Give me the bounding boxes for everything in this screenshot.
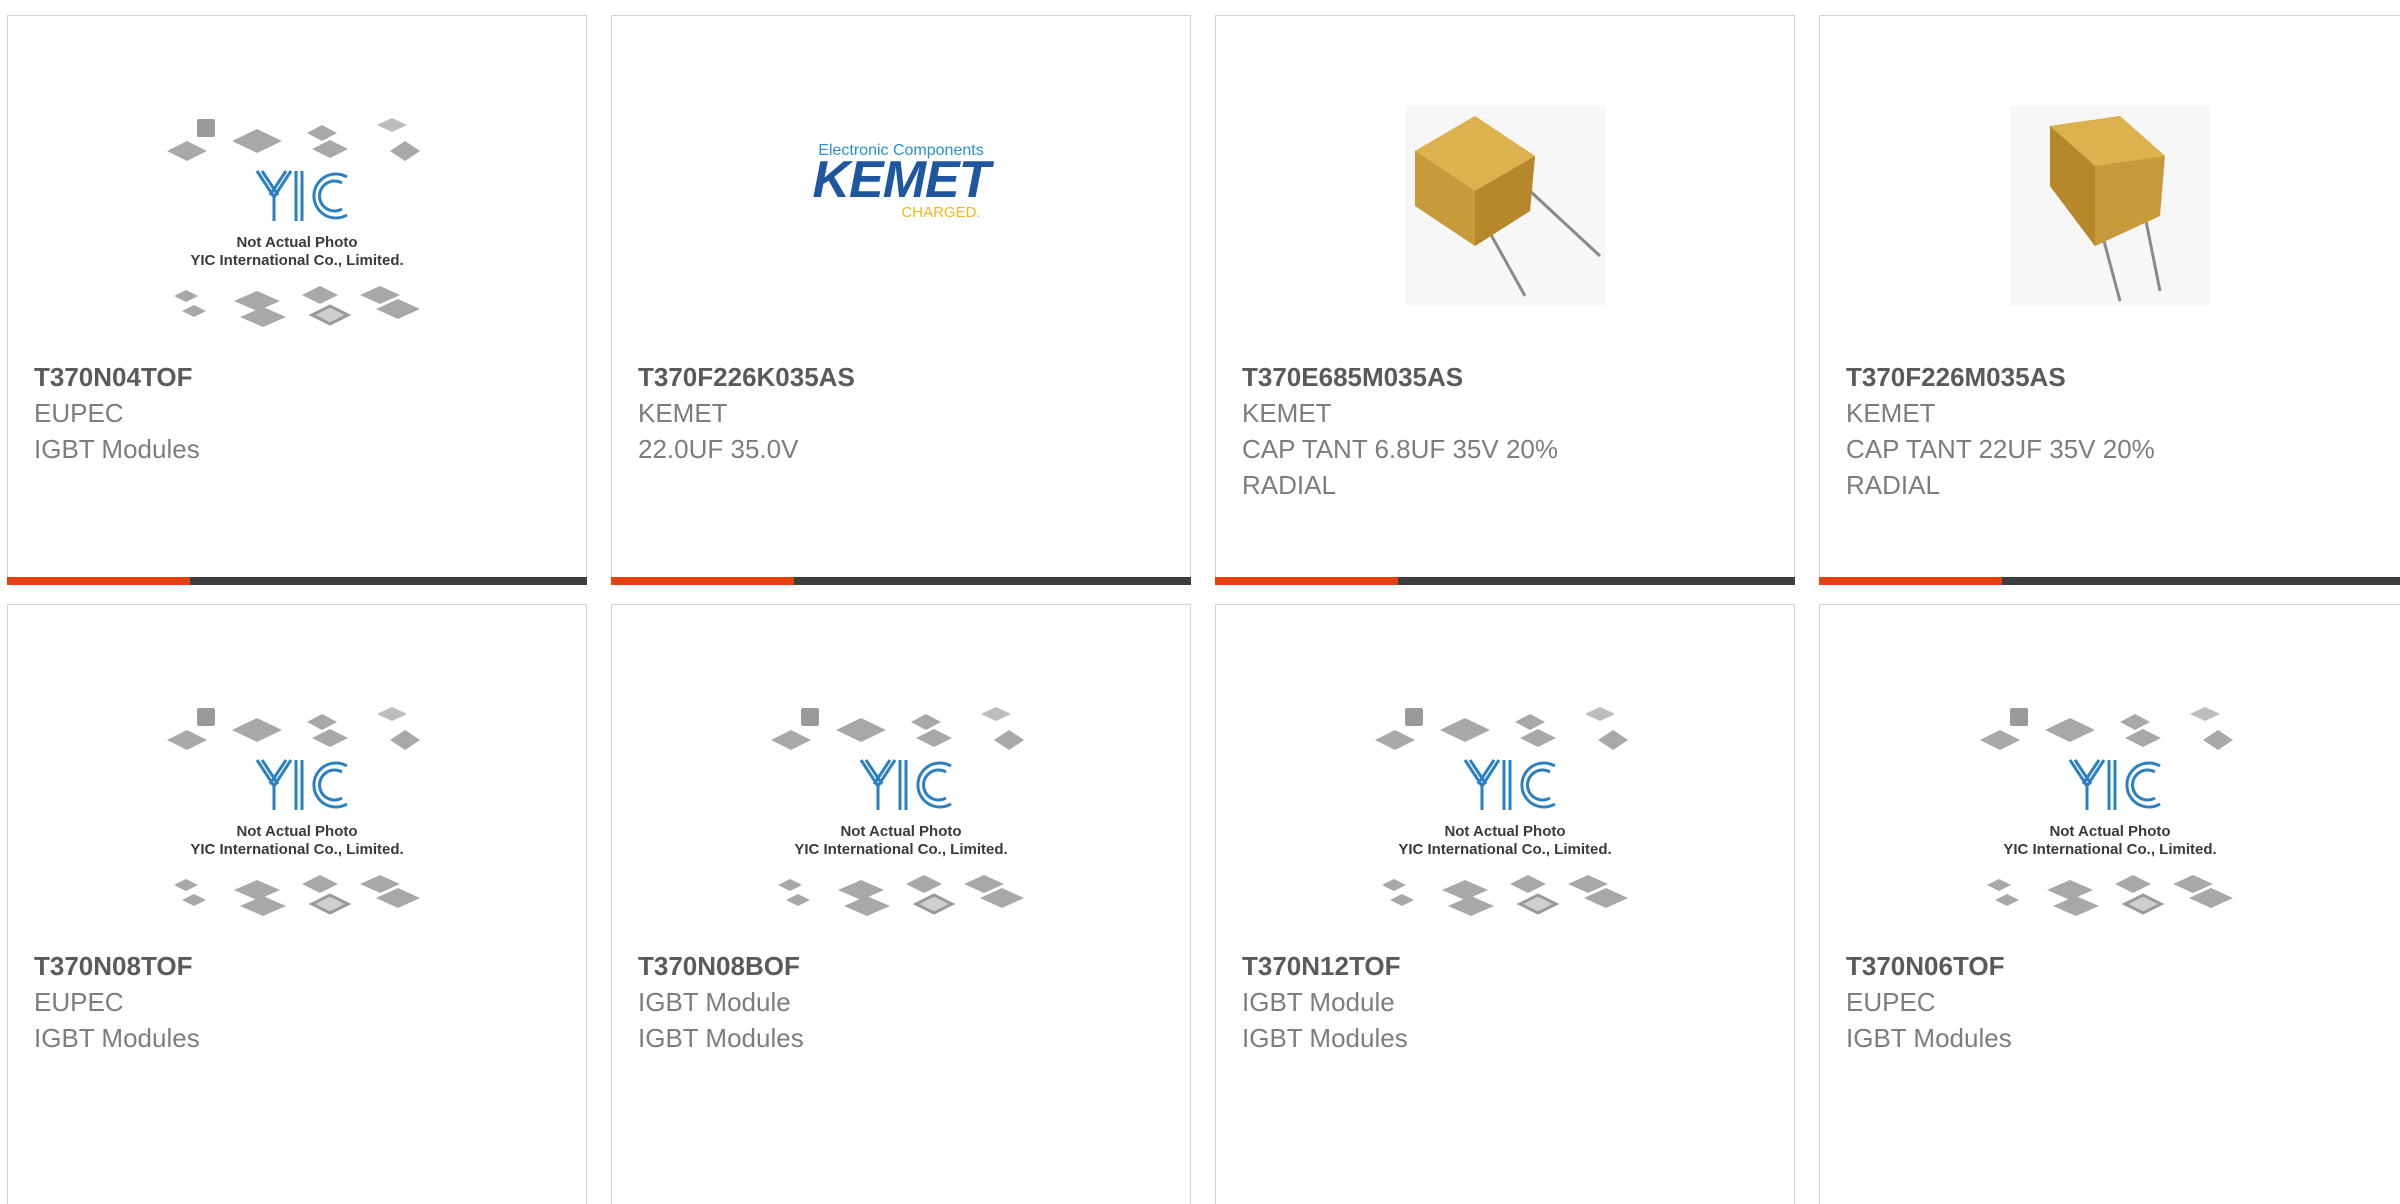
description: IGBT Modules (638, 1023, 804, 1053)
card-accent-bar (1819, 577, 2400, 585)
product-image[interactable]: Not Actual Photo YIC International Co., … (8, 685, 586, 955)
kemet-logo: Electronic Components KEMET CHARGED. (813, 142, 996, 221)
product-card[interactable]: Not Actual Photo YIC International Co., … (611, 604, 1191, 1204)
card-accent-bar (7, 577, 587, 585)
card-accent-bar (611, 577, 1191, 585)
tantalum-capacitor-photo (1405, 106, 1605, 306)
product-card[interactable]: Electronic Components KEMET CHARGED. T37… (611, 15, 1191, 585)
part-number[interactable]: T370N12TOF (1242, 948, 1774, 984)
yic-placeholder-image: Not Actual Photo YIC International Co., … (167, 707, 420, 916)
description: IGBT Modules (1242, 1023, 1408, 1053)
manufacturer: KEMET (1242, 398, 1332, 428)
part-number[interactable]: T370F226K035AS (638, 359, 1170, 395)
description: CAP TANT 22UF 35V 20% (1846, 434, 2155, 464)
manufacturer: EUPEC (1846, 987, 1936, 1017)
description: 22.0UF 35.0V (638, 434, 799, 464)
product-image[interactable]: Electronic Components KEMET CHARGED. (612, 96, 1190, 366)
product-image[interactable]: Not Actual Photo YIC International Co., … (8, 96, 586, 366)
placeholder-text-1: Not Actual Photo (2049, 823, 2170, 840)
placeholder-text-2: YIC International Co., Limited. (190, 252, 403, 269)
placeholder-text-2: YIC International Co., Limited. (190, 841, 403, 858)
description: IGBT Modules (34, 434, 200, 464)
placeholder-text-2: YIC International Co., Limited. (794, 841, 1007, 858)
manufacturer: KEMET (1846, 398, 1936, 428)
placeholder-text-2: YIC International Co., Limited. (2003, 841, 2216, 858)
manufacturer: EUPEC (34, 987, 124, 1017)
yic-placeholder-image: Not Actual Photo YIC International Co., … (1375, 707, 1628, 916)
product-image[interactable] (1216, 96, 1794, 366)
product-info: T370N04TOF EUPEC IGBT Modules (34, 359, 566, 467)
product-card[interactable]: Not Actual Photo YIC International Co., … (7, 604, 587, 1204)
manufacturer: EUPEC (34, 398, 124, 428)
product-card[interactable]: Not Actual Photo YIC International Co., … (1215, 604, 1795, 1204)
part-number[interactable]: T370N08TOF (34, 948, 566, 984)
yic-placeholder-image: Not Actual Photo YIC International Co., … (771, 707, 1024, 916)
product-info: T370F226M035AS KEMET CAP TANT 22UF 35V 2… (1846, 359, 2389, 503)
part-number[interactable]: T370E685M035AS (1242, 359, 1774, 395)
product-info: T370E685M035AS KEMET CAP TANT 6.8UF 35V … (1242, 359, 1774, 503)
tantalum-capacitor-photo (2009, 106, 2210, 306)
product-card[interactable]: T370F226M035AS KEMET CAP TANT 22UF 35V 2… (1819, 15, 2400, 585)
description-line-2: RADIAL (1846, 470, 1940, 500)
product-card[interactable]: Not Actual Photo YIC International Co., … (1819, 604, 2400, 1204)
part-number[interactable]: T370F226M035AS (1846, 359, 2389, 395)
manufacturer: KEMET (638, 398, 728, 428)
description: IGBT Modules (1846, 1023, 2012, 1053)
product-image[interactable]: Not Actual Photo YIC International Co., … (1820, 685, 2399, 955)
product-info: T370N12TOF IGBT Module IGBT Modules (1242, 948, 1774, 1056)
card-accent-bar (1215, 577, 1795, 585)
placeholder-text-1: Not Actual Photo (236, 234, 357, 251)
svg-text:CHARGED.: CHARGED. (901, 204, 980, 221)
description: IGBT Modules (34, 1023, 200, 1053)
placeholder-text-1: Not Actual Photo (236, 823, 357, 840)
part-number[interactable]: T370N04TOF (34, 359, 566, 395)
product-info: T370F226K035AS KEMET 22.0UF 35.0V (638, 359, 1170, 467)
product-card[interactable]: Not Actual Photo YIC International Co., … (7, 15, 587, 585)
product-info: T370N08BOF IGBT Module IGBT Modules (638, 948, 1170, 1056)
product-image[interactable]: Not Actual Photo YIC International Co., … (1216, 685, 1794, 955)
product-image[interactable] (1820, 96, 2399, 366)
placeholder-text-1: Not Actual Photo (840, 823, 961, 840)
manufacturer: IGBT Module (1242, 987, 1395, 1017)
part-number[interactable]: T370N06TOF (1846, 948, 2389, 984)
description-line-2: RADIAL (1242, 470, 1336, 500)
product-image[interactable]: Not Actual Photo YIC International Co., … (612, 685, 1190, 955)
product-card[interactable]: T370E685M035AS KEMET CAP TANT 6.8UF 35V … (1215, 15, 1795, 585)
part-number[interactable]: T370N08BOF (638, 948, 1170, 984)
product-info: T370N06TOF EUPEC IGBT Modules (1846, 948, 2389, 1056)
svg-text:KEMET: KEMET (813, 151, 995, 209)
yic-placeholder-image: Not Actual Photo YIC International Co., … (167, 118, 420, 327)
yic-placeholder-image: Not Actual Photo YIC International Co., … (1979, 707, 2233, 916)
placeholder-text-1: Not Actual Photo (1444, 823, 1565, 840)
manufacturer: IGBT Module (638, 987, 791, 1017)
placeholder-text-2: YIC International Co., Limited. (1398, 841, 1611, 858)
product-info: T370N08TOF EUPEC IGBT Modules (34, 948, 566, 1056)
description: CAP TANT 6.8UF 35V 20% (1242, 434, 1558, 464)
product-grid: Not Actual Photo YIC International Co., … (0, 0, 2400, 1204)
